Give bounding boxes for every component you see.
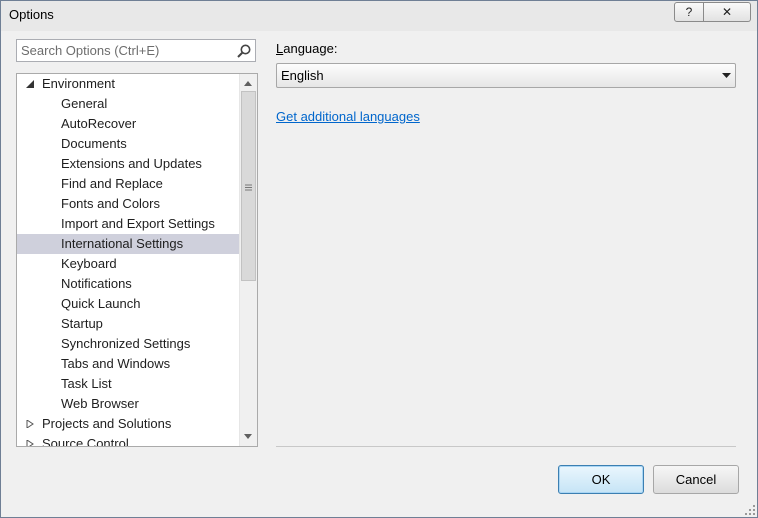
tree-item[interactable]: AutoRecover bbox=[17, 114, 239, 134]
tree-item[interactable]: Synchronized Settings bbox=[17, 334, 239, 354]
ok-button[interactable]: OK bbox=[558, 465, 644, 494]
tree-item[interactable]: Extensions and Updates bbox=[17, 154, 239, 174]
footer-divider bbox=[276, 446, 736, 447]
tree-item[interactable]: Projects and Solutions bbox=[17, 414, 239, 434]
tree-item-label: Import and Export Settings bbox=[61, 216, 215, 231]
tree-scrollbar[interactable] bbox=[239, 74, 257, 446]
expanded-arrow-icon[interactable] bbox=[26, 80, 34, 88]
tree-item[interactable]: International Settings bbox=[17, 234, 239, 254]
title-bar[interactable]: Options ? ✕ bbox=[1, 1, 757, 31]
tree-item-label: Find and Replace bbox=[61, 176, 163, 191]
cancel-button-label: Cancel bbox=[675, 472, 717, 487]
tree-item[interactable]: Documents bbox=[17, 134, 239, 154]
tree-item[interactable]: Tabs and Windows bbox=[17, 354, 239, 374]
tree-item[interactable]: Fonts and Colors bbox=[17, 194, 239, 214]
tree-item[interactable]: Notifications bbox=[17, 274, 239, 294]
tree-item[interactable]: Find and Replace bbox=[17, 174, 239, 194]
chevron-down-icon bbox=[722, 73, 731, 78]
help-button[interactable]: ? bbox=[674, 2, 704, 22]
collapsed-arrow-icon[interactable] bbox=[26, 420, 34, 428]
scroll-thumb[interactable] bbox=[241, 91, 256, 281]
tree-item[interactable]: Source Control bbox=[17, 434, 239, 447]
tree-item-label: Source Control bbox=[42, 436, 129, 447]
help-icon: ? bbox=[685, 5, 693, 19]
grip-icon bbox=[245, 184, 252, 191]
language-label-text: anguage: bbox=[283, 41, 338, 56]
ok-button-label: OK bbox=[591, 472, 611, 487]
options-dialog: Options ? ✕ Search Options (Ctrl+E) Envi… bbox=[0, 0, 758, 518]
tree-item-label: International Settings bbox=[61, 236, 184, 251]
tree-item[interactable]: Web Browser bbox=[17, 394, 239, 414]
language-selected-value: English bbox=[281, 68, 324, 83]
tree-item-label: Projects and Solutions bbox=[42, 416, 172, 431]
title-buttons: ? ✕ bbox=[674, 2, 751, 22]
search-input[interactable]: Search Options (Ctrl+E) bbox=[16, 39, 256, 62]
options-tree[interactable]: Environment General AutoRecover Documents Ex… bbox=[16, 73, 258, 447]
tree-item[interactable]: Task List bbox=[17, 374, 239, 394]
language-dropdown[interactable]: English bbox=[276, 63, 736, 88]
get-additional-languages-link[interactable]: Get additional languages bbox=[276, 109, 420, 124]
tree-item-label: Startup bbox=[61, 316, 103, 331]
tree-item[interactable]: Startup bbox=[17, 314, 239, 334]
language-label: Language: bbox=[276, 41, 337, 56]
collapsed-arrow-icon[interactable] bbox=[26, 440, 34, 447]
scroll-down-icon[interactable] bbox=[244, 434, 252, 440]
tree-item-label: Environment bbox=[42, 76, 115, 91]
tree-item-label: Task List bbox=[61, 376, 112, 391]
close-button[interactable]: ✕ bbox=[704, 2, 751, 22]
tree-item[interactable]: Quick Launch bbox=[17, 294, 239, 314]
resize-grip-icon[interactable] bbox=[745, 505, 755, 515]
close-icon: ✕ bbox=[721, 5, 733, 19]
tree-item[interactable]: Import and Export Settings bbox=[17, 214, 239, 234]
tree-item-label: Extensions and Updates bbox=[61, 156, 202, 171]
tree-item-label: General bbox=[61, 96, 108, 111]
cancel-button[interactable]: Cancel bbox=[653, 465, 739, 494]
tree-item-label: AutoRecover bbox=[61, 116, 137, 131]
tree-item-label: Web Browser bbox=[61, 396, 139, 411]
tree-item-label: Synchronized Settings bbox=[61, 336, 191, 351]
tree-item[interactable]: Environment bbox=[17, 74, 239, 94]
search-icon[interactable] bbox=[236, 43, 252, 59]
scroll-up-icon[interactable] bbox=[244, 80, 252, 86]
tree-item-label: Notifications bbox=[61, 276, 132, 291]
tree-item-label: Documents bbox=[61, 136, 127, 151]
tree-item-label: Keyboard bbox=[61, 256, 117, 271]
search-placeholder: Search Options (Ctrl+E) bbox=[21, 43, 160, 58]
tree-item[interactable]: General bbox=[17, 94, 239, 114]
tree-item-label: Tabs and Windows bbox=[61, 356, 171, 371]
tree-item[interactable]: Keyboard bbox=[17, 254, 239, 274]
tree-item-label: Quick Launch bbox=[61, 296, 141, 311]
window-title: Options bbox=[9, 7, 54, 22]
tree-item-label: Fonts and Colors bbox=[61, 196, 160, 211]
